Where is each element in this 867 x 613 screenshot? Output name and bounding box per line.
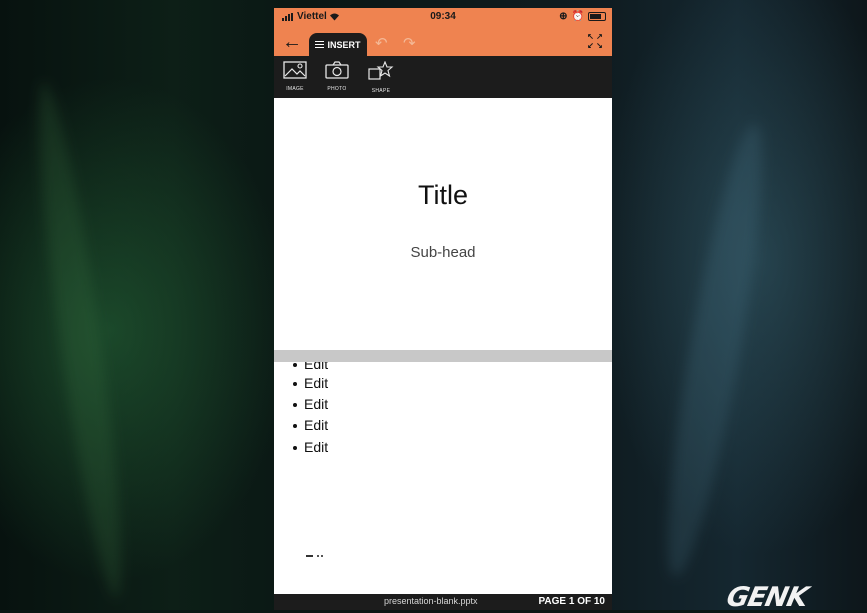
slide-subhead[interactable]: Sub-head: [274, 244, 612, 261]
clock: 09:34: [430, 11, 456, 22]
image-button[interactable]: IMAGE: [277, 61, 313, 92]
battery-icon: [588, 12, 606, 21]
phone-screen: Viettel 09:34 ⊕ ⏰ ← INSERT ↶ ↷ ↖ ↗ ↙ ↘ IMAG…: [274, 8, 612, 610]
bullet-item[interactable]: Edit: [293, 439, 328, 455]
photo-label: PHOTO: [327, 86, 347, 92]
status-right: ⊕ ⏰: [559, 11, 606, 22]
wifi-icon: [329, 13, 339, 21]
back-arrow-icon[interactable]: ←: [282, 32, 302, 52]
insert-ribbon: IMAGE PHOTO SHAPE: [274, 56, 612, 98]
bullet-text: Edit: [304, 439, 329, 455]
fullscreen-icon[interactable]: ↖ ↗ ↙ ↘: [586, 33, 604, 51]
image-label: IMAGE: [286, 86, 304, 92]
app-header: Viettel 09:34 ⊕ ⏰ ← INSERT ↶ ↷ ↖ ↗ ↙ ↘: [274, 8, 612, 56]
status-bar: Viettel 09:34 ⊕ ⏰: [274, 8, 612, 26]
alarm-icon: ⏰: [571, 11, 584, 22]
background-streak: [24, 79, 136, 601]
status-footer: presentation-blank.pptx PAGE 1 OF 10: [274, 594, 612, 610]
shape-button[interactable]: SHAPE: [363, 60, 399, 94]
bullet-text: Edit: [304, 375, 329, 391]
image-icon: [283, 61, 307, 79]
shape-label: SHAPE: [371, 88, 391, 94]
signal-icon: [282, 12, 293, 21]
background-streak: [650, 119, 780, 581]
bullet-text: Edit: [304, 396, 329, 412]
insert-tab[interactable]: INSERT: [309, 33, 367, 56]
undo-icon[interactable]: ↶: [375, 34, 388, 52]
photo-button[interactable]: PHOTO: [319, 61, 355, 92]
carrier-name: Viettel: [297, 11, 327, 22]
slide-title[interactable]: Title: [274, 180, 612, 211]
bullet-dot: [293, 424, 297, 429]
page-indicator: PAGE 1 OF 10: [538, 596, 605, 607]
menu-icon: [315, 41, 325, 48]
slide-2[interactable]: Edit Edit Edit Edit Edit: [274, 362, 612, 594]
bullet-dot: [293, 403, 297, 408]
bullet-item[interactable]: Edit: [293, 362, 328, 372]
partial-text-fragment: [306, 555, 324, 558]
bullet-item[interactable]: Edit: [293, 396, 328, 412]
carrier: Viettel: [282, 11, 340, 22]
redo-icon[interactable]: ↷: [403, 34, 416, 52]
bullet-dot: [293, 446, 297, 451]
camera-icon: [325, 61, 349, 79]
slide-divider: [274, 350, 612, 362]
genk-logo: GENK: [723, 582, 811, 613]
bullet-text: Edit: [304, 362, 329, 372]
toolbar: ← INSERT ↶ ↷ ↖ ↗ ↙ ↘: [274, 30, 612, 56]
bullet-item[interactable]: Edit: [293, 375, 328, 391]
rotation-lock-icon: ⊕: [559, 11, 568, 22]
shape-icon: [368, 60, 394, 80]
slide-1[interactable]: Title Sub-head: [274, 98, 612, 350]
bullet-item[interactable]: Edit: [293, 417, 328, 433]
bullet-dot: [293, 363, 297, 368]
bullet-dot: [293, 382, 297, 387]
file-name: presentation-blank.pptx: [384, 596, 478, 606]
bullet-text: Edit: [304, 417, 329, 433]
insert-tab-label: INSERT: [327, 39, 361, 50]
